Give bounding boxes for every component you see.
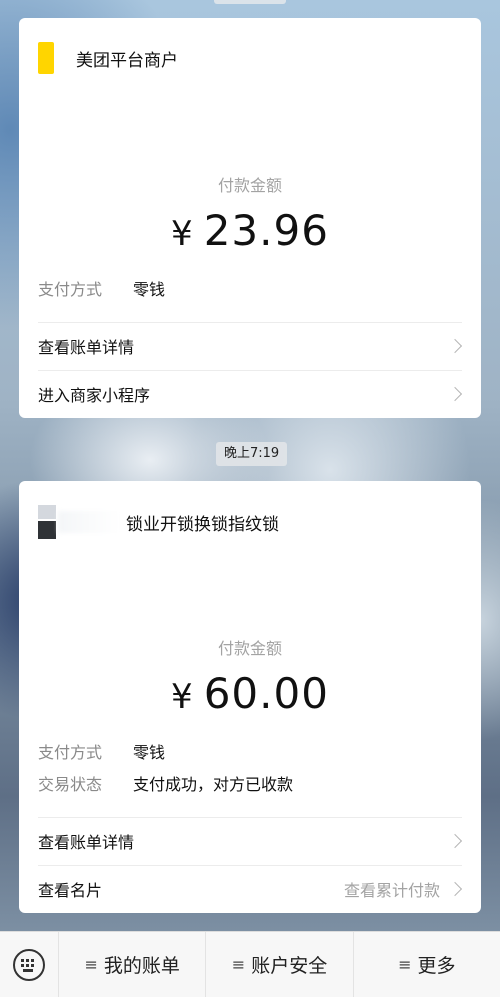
- menu-more[interactable]: ≡ 更多: [352, 932, 500, 997]
- payment-card[interactable]: 美团平台商户 付款金额 ¥23.96 支付方式 零钱 查看账单详情 进入商家小程…: [19, 18, 481, 418]
- bottom-menu-bar: ≡ 我的账单 ≡ 账户安全 ≡ 更多: [0, 931, 500, 997]
- payment-method: 支付方式 零钱: [38, 276, 165, 300]
- divider: [38, 322, 462, 323]
- currency-symbol: ¥: [171, 677, 194, 717]
- menu-icon: ≡: [398, 955, 412, 974]
- chevron-right-icon: [447, 881, 463, 897]
- divider: [38, 370, 462, 371]
- menu-label: 账户安全: [251, 955, 328, 977]
- menu-label: 更多: [417, 955, 456, 977]
- keyboard-icon: [13, 948, 45, 981]
- payment-method: 支付方式 零钱: [38, 739, 165, 763]
- currency-symbol: ¥: [171, 214, 194, 254]
- divider: [38, 865, 462, 866]
- transaction-status-label: 交易状态: [38, 775, 103, 794]
- divider: [38, 817, 462, 818]
- transaction-status: 交易状态 支付成功，对方已收款: [38, 771, 293, 795]
- payment-method-label: 支付方式: [38, 743, 103, 762]
- row-label: 进入商家小程序: [38, 386, 151, 405]
- merchant-name: 美团平台商户: [76, 50, 178, 71]
- view-business-card-row[interactable]: 查看名片 查看累计付款: [38, 869, 463, 909]
- view-bill-details-row[interactable]: 查看账单详情: [38, 326, 463, 366]
- menu-label: 我的账单: [103, 955, 180, 977]
- menu-account-security[interactable]: ≡ 账户安全: [205, 932, 352, 997]
- amount-value: 60.00: [203, 669, 329, 718]
- row-label: 查看账单详情: [38, 833, 135, 852]
- row-label: 查看账单详情: [38, 338, 135, 357]
- pay-amount-label: 付款金额: [217, 176, 282, 195]
- amount-value: 23.96: [203, 206, 329, 255]
- chevron-right-icon: [447, 338, 463, 354]
- pay-amount: ¥23.96: [19, 206, 481, 255]
- pay-amount: ¥60.00: [19, 669, 481, 718]
- view-bill-details-row[interactable]: 查看账单详情: [38, 821, 463, 861]
- merchant-logo: [38, 42, 54, 74]
- payment-card[interactable]: 锁业开锁换锁指纹锁 付款金额 ¥60.00 支付方式 零钱 交易状态 支付成功，…: [19, 481, 481, 913]
- menu-my-bills[interactable]: ≡ 我的账单: [58, 932, 205, 997]
- payment-method-value: 零钱: [133, 280, 166, 299]
- payment-method-value: 零钱: [133, 743, 166, 762]
- merchant-header: 美团平台商户: [38, 42, 178, 74]
- chevron-right-icon: [447, 386, 463, 402]
- menu-icon: ≡: [84, 955, 98, 974]
- chevron-right-icon: [447, 833, 463, 849]
- merchant-logo: [38, 505, 120, 539]
- message-timestamp: 晚上7:19: [216, 442, 288, 466]
- merchant-name: 锁业开锁换锁指纹锁: [126, 514, 279, 535]
- payment-method-label: 支付方式: [38, 280, 103, 299]
- pay-amount-label: 付款金额: [217, 639, 282, 658]
- enter-mini-program-row[interactable]: 进入商家小程序: [38, 374, 463, 414]
- top-edge-tab: [214, 0, 286, 4]
- view-cumulative-payments-link[interactable]: 查看累计付款: [344, 877, 440, 901]
- merchant-header: 锁业开锁换锁指纹锁: [38, 505, 279, 539]
- transaction-status-value: 支付成功，对方已收款: [133, 775, 294, 794]
- keyboard-toggle-button[interactable]: [0, 932, 58, 997]
- row-label: 查看名片: [38, 881, 103, 900]
- menu-icon: ≡: [231, 955, 246, 974]
